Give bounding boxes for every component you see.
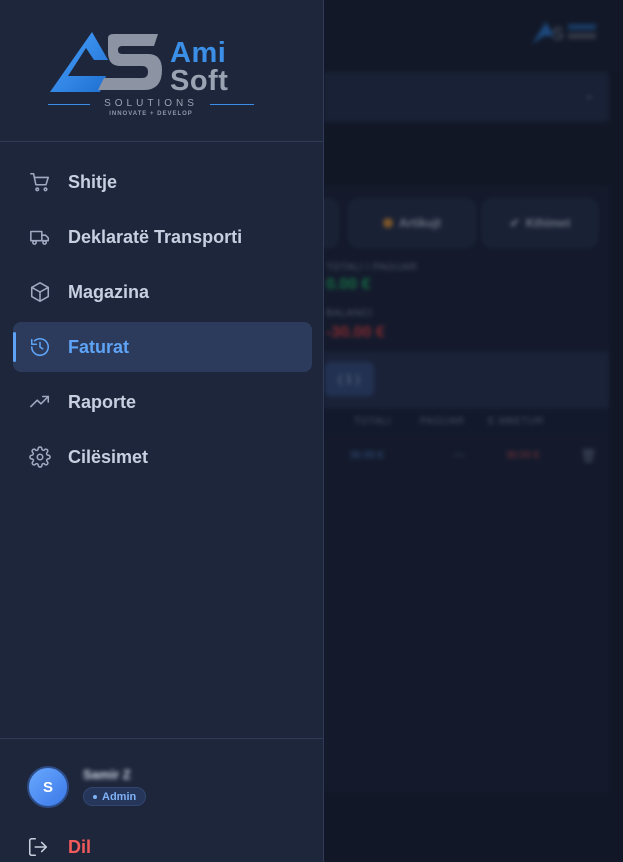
app-screen: S ⌄ Artikujt ✔ Kthimet TOTALI I PAGUAR 0… xyxy=(0,0,623,862)
sidebar-item-label: Cilësimet xyxy=(68,446,149,467)
logout-button[interactable]: Dil xyxy=(27,834,91,860)
sidebar-item-label: Faturat xyxy=(68,336,130,357)
sidebar-item-label: Magazina xyxy=(68,281,150,302)
user-name: Samir Z xyxy=(83,767,131,782)
brand-name-soft: Soft xyxy=(170,65,229,97)
logout-icon xyxy=(28,837,48,857)
logo-rule xyxy=(210,104,254,105)
user-role-badge: Admin xyxy=(83,787,147,806)
sidebar-nav: Shitje Deklaratë Transporti Magazina Fat… xyxy=(0,157,324,487)
box-icon xyxy=(28,280,52,304)
avatar: S xyxy=(27,766,69,808)
sidebar-item-magazina[interactable]: Magazina xyxy=(13,267,312,317)
sidebar-item-faturat[interactable]: Faturat xyxy=(13,322,312,372)
gear-icon xyxy=(28,445,52,469)
sidebar-divider xyxy=(0,738,324,739)
sidebar-item-raporte[interactable]: Raporte xyxy=(13,377,312,427)
sidebar-divider xyxy=(0,141,324,142)
sidebar-item-label: Raporte xyxy=(68,391,137,412)
truck-icon xyxy=(28,225,52,249)
sidebar-item-cilesimet[interactable]: Cilësimet xyxy=(13,432,312,482)
brand-tagline: INNOVATE + DEVELOP xyxy=(109,111,193,117)
history-icon xyxy=(28,335,52,359)
sidebar-item-label: Shitje xyxy=(68,171,118,192)
trending-up-icon xyxy=(28,390,52,414)
sidebar-item-shitje[interactable]: Shitje xyxy=(13,157,312,207)
sidebar-item-label: Deklaratë Transporti xyxy=(68,226,243,247)
status-dot-icon xyxy=(93,794,97,799)
logout-label: Dil xyxy=(68,836,92,857)
cart-icon xyxy=(28,170,52,194)
logo-mark-icon xyxy=(50,32,162,92)
sidebar-item-deklarate-transporti[interactable]: Deklaratë Transporti xyxy=(13,212,312,262)
brand-logo: Ami Soft SOLUTIONS INNOVATE + DEVELOP xyxy=(46,28,256,120)
user-profile[interactable]: S Samir Z Admin xyxy=(27,764,307,808)
user-role-label: Admin xyxy=(102,790,137,803)
sidebar: Ami Soft SOLUTIONS INNOVATE + DEVELOP Sh… xyxy=(0,0,324,862)
